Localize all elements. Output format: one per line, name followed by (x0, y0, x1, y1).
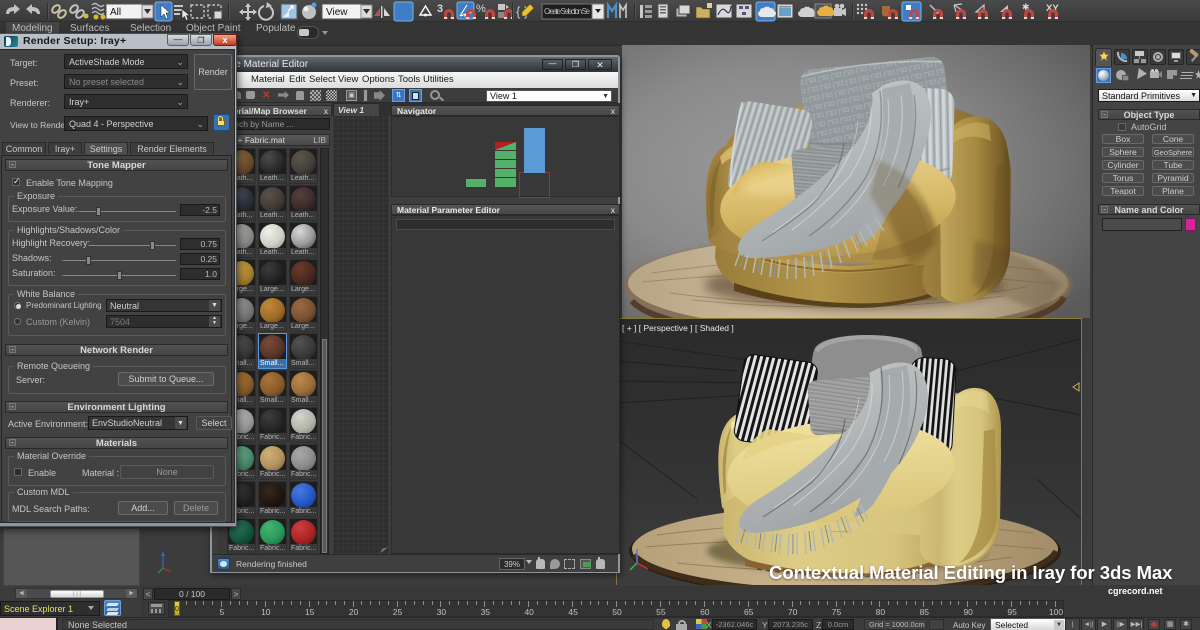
svg-text:3: 3 (437, 3, 443, 15)
svg-text:View: View (326, 7, 348, 18)
svg-text:All: All (110, 7, 121, 18)
svg-text:Create Selection Se: Create Selection Se (544, 7, 591, 16)
svg-text:%: % (476, 3, 486, 15)
svg-text:{: { (516, 4, 521, 19)
